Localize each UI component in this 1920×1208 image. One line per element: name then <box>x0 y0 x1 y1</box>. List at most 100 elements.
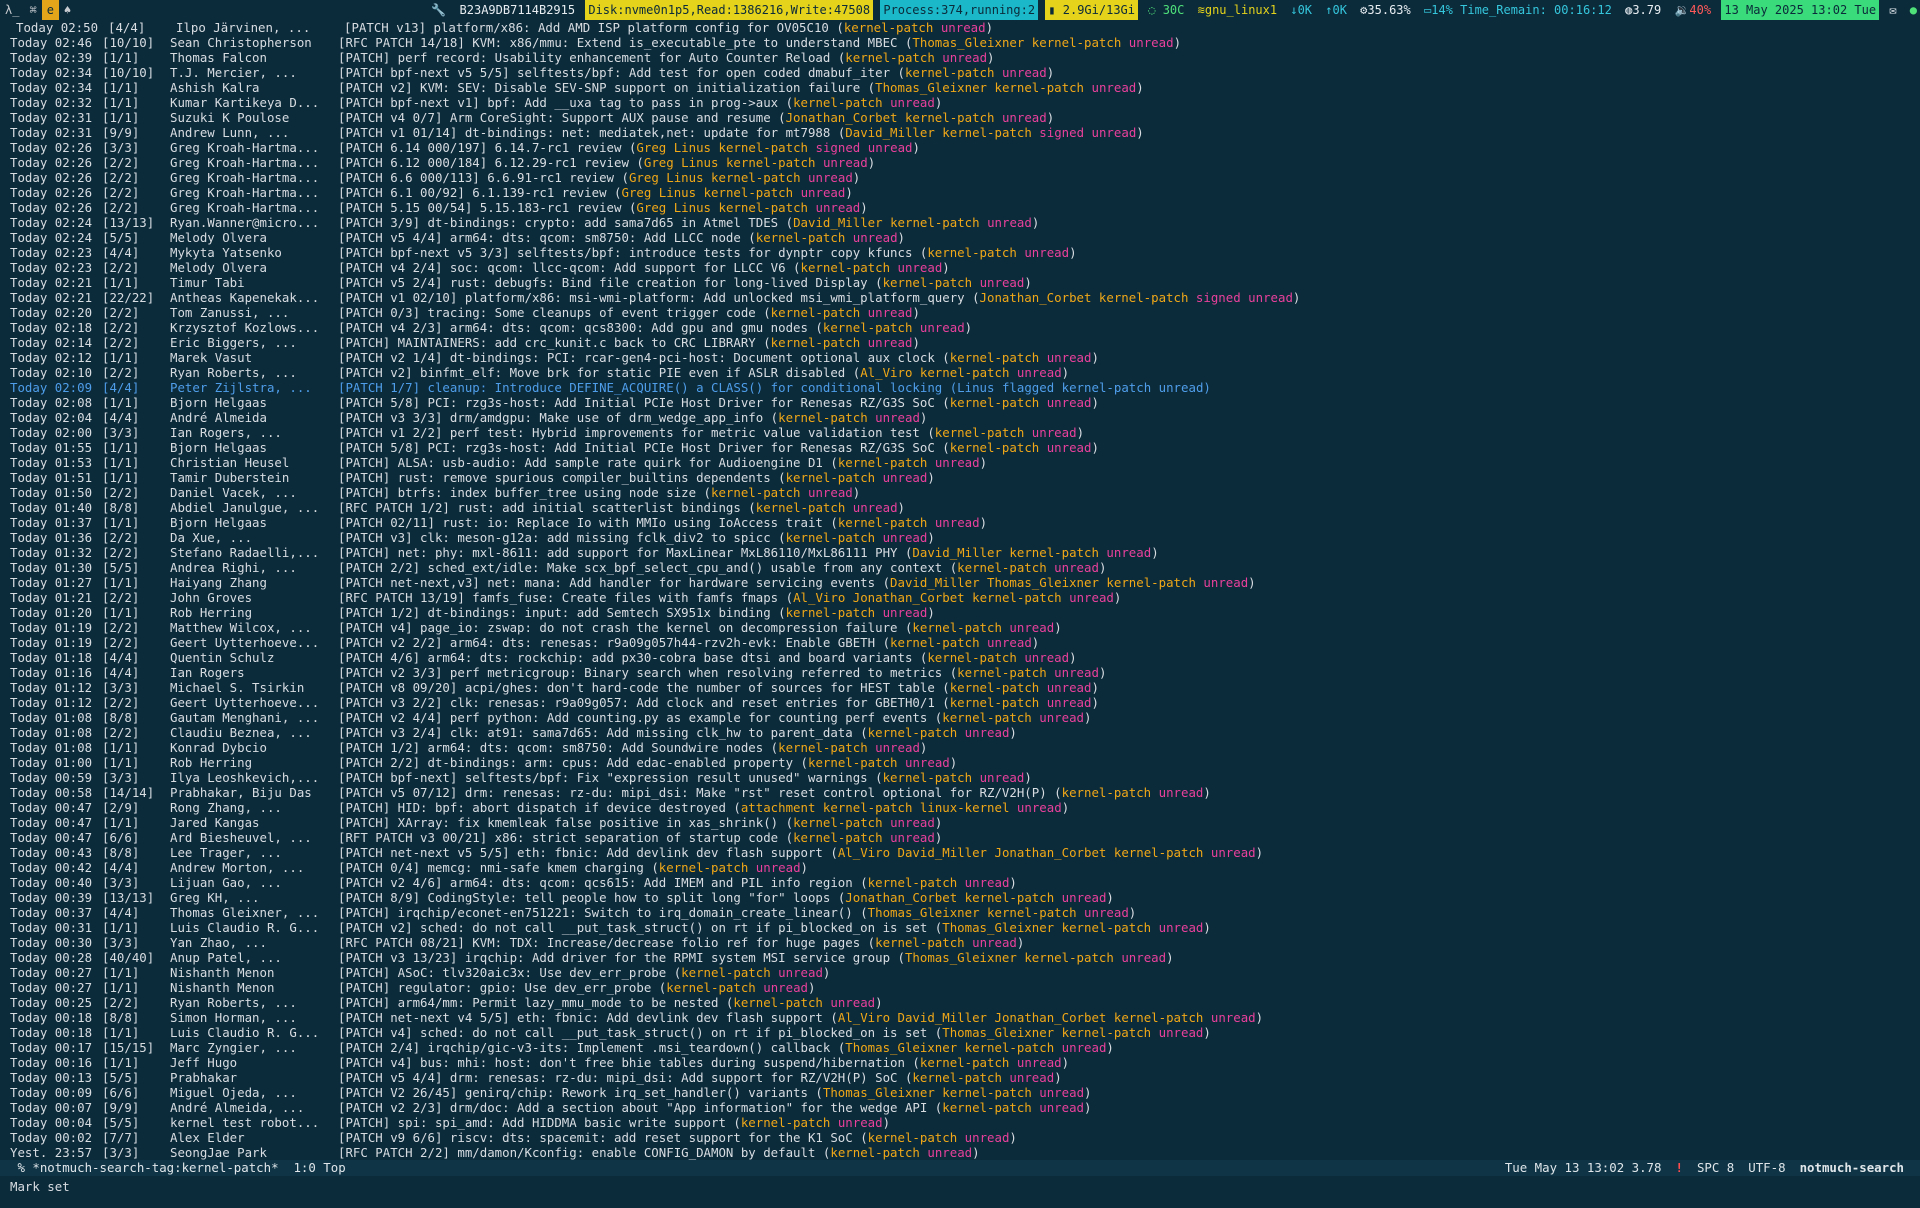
thread-row[interactable]: Today 00:28 [40/40] Anup Patel, ... [PATCH … <box>0 950 1920 965</box>
thread-row[interactable]: Today 02:12 [1/1] Marek Vasut [PATCH v2 1/4… <box>0 350 1920 365</box>
thread-tag: unread <box>755 860 801 875</box>
thread-row[interactable]: Today 01:37 [1/1] Bjorn Helgaas [PATCH 02/1… <box>0 515 1920 530</box>
thread-row[interactable]: Today 02:39 [1/1] Thomas Falcon [PATCH] per… <box>0 50 1920 65</box>
tags-close-paren: ) <box>1248 575 1256 590</box>
thread-tag: kernel-patch <box>867 875 958 890</box>
thread-row[interactable]: Today 00:04 [5/5] kernel test robot... [PAT… <box>0 1115 1920 1130</box>
thread-row[interactable]: Today 02:21 [22/22] Antheas Kapenekak... [P… <box>0 290 1920 305</box>
thread-row[interactable]: Today 00:30 [3/3] Yan Zhao, ... [RFC PATCH … <box>0 935 1920 950</box>
thread-tag: David_Miller <box>912 545 1002 560</box>
thread-row[interactable]: Today 02:26 [2/2] Greg Kroah-Hartma... [PAT… <box>0 155 1920 170</box>
thread-row[interactable]: Today 00:47 [2/9] Rong Zhang, ... [PATCH] H… <box>0 800 1920 815</box>
thread-row[interactable]: Today 02:00 [3/3] Ian Rogers, ... [PATCH v1… <box>0 425 1920 440</box>
thread-row[interactable]: Today 01:18 [4/4] Quentin Schulz [PATCH 4/6… <box>0 650 1920 665</box>
thread-row[interactable]: Today 01:51 [1/1] Tamir Duberstein [PATCH] … <box>0 470 1920 485</box>
thread-row[interactable]: Today 02:21 [1/1] Timur Tabi [PATCH v5 2/4]… <box>0 275 1920 290</box>
thread-row[interactable]: Today 02:09 [4/4] Peter Zijlstra, ... [PATC… <box>0 380 1920 395</box>
thread-row[interactable]: Today 00:02 [7/7] Alex Elder [PATCH v9 6/6]… <box>0 1130 1920 1145</box>
thread-row[interactable]: Today 00:18 [8/8] Simon Horman, ... [PATCH … <box>0 1010 1920 1025</box>
thread-row[interactable]: Today 00:42 [4/4] Andrew Morton, ... [PATCH… <box>0 860 1920 875</box>
thread-row[interactable]: Today 01:50 [2/2] Daniel Vacek, ... [PATCH]… <box>0 485 1920 500</box>
thread-row[interactable]: Today 01:19 [2/2] Matthew Wilcox, ... [PATC… <box>0 620 1920 635</box>
thread-row[interactable]: Today 02:26 [2/2] Greg Kroah-Hartma... [PAT… <box>0 185 1920 200</box>
thread-row[interactable]: Today 01:16 [4/4] Ian Rogers [PATCH v2 3/3]… <box>0 665 1920 680</box>
thread-row[interactable]: Today 02:08 [1/1] Bjorn Helgaas [PATCH 5/8]… <box>0 395 1920 410</box>
thread-row[interactable]: Today 02:04 [4/4] André Almeida [PATCH v3 3… <box>0 410 1920 425</box>
thread-row[interactable]: Today 00:43 [8/8] Lee Trager, ... [PATCH ne… <box>0 845 1920 860</box>
thread-list[interactable]: Today 02:50 [4/4] Ilpo Järvinen, ... [PATCH… <box>0 20 1920 1168</box>
thread-row[interactable]: Today 01:32 [2/2] Stefano Radaelli,... [PAT… <box>0 545 1920 560</box>
thread-row[interactable]: Today 02:26 [2/2] Greg Kroah-Hartma... [PAT… <box>0 200 1920 215</box>
thread-row[interactable]: Today 00:25 [2/2] Ryan Roberts, ... [PATCH]… <box>0 995 1920 1010</box>
tags-close-paren: ) <box>1106 1040 1114 1055</box>
thread-row[interactable]: Today 01:20 [1/1] Rob Herring [PATCH 1/2] d… <box>0 605 1920 620</box>
thread-row[interactable]: Today 01:55 [1/1] Bjorn Helgaas [PATCH 5/8]… <box>0 440 1920 455</box>
tray-icon[interactable]: ● <box>1907 0 1920 20</box>
thread-row[interactable]: Today 01:40 [8/8] Abdiel Janulgue, ... [RFC… <box>0 500 1920 515</box>
thread-row[interactable]: Today 00:13 [5/5] Prabhakar [PATCH v5 4/4] … <box>0 1070 1920 1085</box>
thread-row[interactable]: Today 00:40 [3/3] Lijuan Gao, ... [PATCH v2… <box>0 875 1920 890</box>
thread-subject: [PATCH] perf record: Usability enhanceme… <box>338 50 831 65</box>
thread-row[interactable]: Today 01:30 [5/5] Andrea Righi, ... [PATCH … <box>0 560 1920 575</box>
thread-tag: kernel-patch <box>949 680 1040 695</box>
thread-row[interactable]: Today 02:14 [2/2] Eric Biggers, ... [PATCH]… <box>0 335 1920 350</box>
thread-row[interactable]: Today 02:24 [13/13] Ryan.Wanner@micro... [P… <box>0 215 1920 230</box>
thread-tag: kernel-patch <box>927 245 1017 260</box>
thread-row[interactable]: Today 02:46 [10/10] Sean Christopherson [RF… <box>0 35 1920 50</box>
workspace-3[interactable]: e <box>41 0 59 20</box>
thread-row[interactable]: Today 02:23 [2/2] Melody Olvera [PATCH v4 2… <box>0 260 1920 275</box>
thread-row[interactable]: Today 00:09 [6/6] Miguel Ojeda, ... [PATCH … <box>0 1085 1920 1100</box>
mail-icon[interactable]: ✉ <box>1886 0 1899 20</box>
thread-authors: Greg Kroah-Hartma... <box>170 170 320 185</box>
thread-row[interactable]: Today 02:34 [10/10] T.J. Mercier, ... [PATC… <box>0 65 1920 80</box>
thread-row[interactable]: Today 02:31 [9/9] Andrew Lunn, ... [PATCH v… <box>0 125 1920 140</box>
thread-row[interactable]: Today 00:31 [1/1] Luis Claudio R. G... [PAT… <box>0 920 1920 935</box>
thread-row[interactable]: Yest. 23:57 [3/3] SeongJae Park [RFC PATCH … <box>0 1145 1920 1160</box>
thread-row[interactable]: Today 02:10 [2/2] Ryan Roberts, ... [PATCH … <box>0 365 1920 380</box>
thread-row[interactable]: Today 01:00 [1/1] Rob Herring [PATCH 2/2] d… <box>0 755 1920 770</box>
thread-row[interactable]: Today 02:34 [1/1] Ashish Kalra [PATCH v2] K… <box>0 80 1920 95</box>
thread-row[interactable]: Today 02:50 [4/4] Ilpo Järvinen, ... [PATCH… <box>0 20 1920 35</box>
thread-row[interactable]: Today 01:08 [2/2] Claudiu Beznea, ... [PATC… <box>0 725 1920 740</box>
thread-row[interactable]: Today 00:27 [1/1] Nishanth Menon [PATCH] re… <box>0 980 1920 995</box>
thread-row[interactable]: Today 01:21 [2/2] John Groves [RFC PATCH 13… <box>0 590 1920 605</box>
thread-row[interactable]: Today 02:24 [5/5] Melody Olvera [PATCH v5 4… <box>0 230 1920 245</box>
thread-row[interactable]: Today 00:07 [9/9] André Almeida, ... [PATCH… <box>0 1100 1920 1115</box>
thread-row[interactable]: Today 01:19 [2/2] Geert Uytterhoeve... [PAT… <box>0 635 1920 650</box>
thread-row[interactable]: Today 00:17 [15/15] Marc Zyngier, ... [PATC… <box>0 1040 1920 1055</box>
thread-row[interactable]: Today 02:18 [2/2] Krzysztof Kozlows... [PAT… <box>0 320 1920 335</box>
thread-row[interactable]: Today 02:32 [1/1] Kumar Kartikeya D... [PAT… <box>0 95 1920 110</box>
thread-row[interactable]: Today 02:20 [2/2] Tom Zanussi, ... [PATCH 0… <box>0 305 1920 320</box>
thread-row[interactable]: Today 00:47 [6/6] Ard Biesheuvel, ... [RFT … <box>0 830 1920 845</box>
thread-row[interactable]: Today 01:12 [2/2] Geert Uytterhoeve... [PAT… <box>0 695 1920 710</box>
thread-authors: Greg Kroah-Hartma... <box>170 200 320 215</box>
thread-row[interactable]: Today 00:27 [1/1] Nishanth Menon [PATCH] AS… <box>0 965 1920 980</box>
workspace-1[interactable]: λ_ <box>0 0 24 20</box>
thread-row[interactable]: Today 02:23 [4/4] Mykyta Yatsenko [PATCH bp… <box>0 245 1920 260</box>
thread-row[interactable]: Today 01:08 [1/1] Konrad Dybcio [PATCH 1/2]… <box>0 740 1920 755</box>
thread-row[interactable]: Today 01:08 [8/8] Gautam Menghani, ... [PAT… <box>0 710 1920 725</box>
thread-row[interactable]: Today 00:39 [13/13] Greg KH, ... [PATCH 8/9… <box>0 890 1920 905</box>
thread-tag: kernel-patch <box>793 95 883 110</box>
thread-row[interactable]: Today 01:53 [1/1] Christian Heusel [PATCH] … <box>0 455 1920 470</box>
thread-row[interactable]: Today 00:18 [1/1] Luis Claudio R. G... [PAT… <box>0 1025 1920 1040</box>
thread-row[interactable]: Today 00:58 [14/14] Prabhakar, Biju Das [PA… <box>0 785 1920 800</box>
thread-row[interactable]: Today 00:37 [4/4] Thomas Gleixner, ... [PAT… <box>0 905 1920 920</box>
thread-row[interactable]: Today 00:59 [3/3] Ilya Leoshkevich,... [PAT… <box>0 770 1920 785</box>
thread-row[interactable]: Today 02:26 [3/3] Greg Kroah-Hartma... [PAT… <box>0 140 1920 155</box>
tags-close-paren: ) <box>860 200 868 215</box>
thread-tag: Linus <box>673 200 712 215</box>
thread-subject: [PATCH bpf-next v5 3/3] selftests/bpf: i… <box>338 245 913 260</box>
thread-row[interactable]: Today 01:36 [2/2] Da Xue, ... [PATCH v3] cl… <box>0 530 1920 545</box>
thread-row[interactable]: Today 02:26 [2/2] Greg Kroah-Hartma... [PAT… <box>0 170 1920 185</box>
thread-authors: Ashish Kalra <box>170 80 260 95</box>
thread-row[interactable]: Today 00:16 [1/1] Jeff Hugo [PATCH v4] bus:… <box>0 1055 1920 1070</box>
thread-row[interactable]: Today 01:27 [1/1] Haiyang Zhang [PATCH net-… <box>0 575 1920 590</box>
workspace-4[interactable]: ♠ <box>59 0 76 20</box>
thread-row[interactable]: Today 01:12 [3/3] Michael S. Tsirkin [PATCH… <box>0 680 1920 695</box>
thread-date: Today 00:18 <box>10 1010 93 1025</box>
thread-row[interactable]: Today 02:31 [1/1] Suzuki K Poulose [PATCH v… <box>0 110 1920 125</box>
thread-row[interactable]: Today 00:47 [1/1] Jared Kangas [PATCH] XArr… <box>0 815 1920 830</box>
workspace-2[interactable]: ⌘ <box>24 0 41 20</box>
thread-tag: Greg <box>636 200 667 215</box>
